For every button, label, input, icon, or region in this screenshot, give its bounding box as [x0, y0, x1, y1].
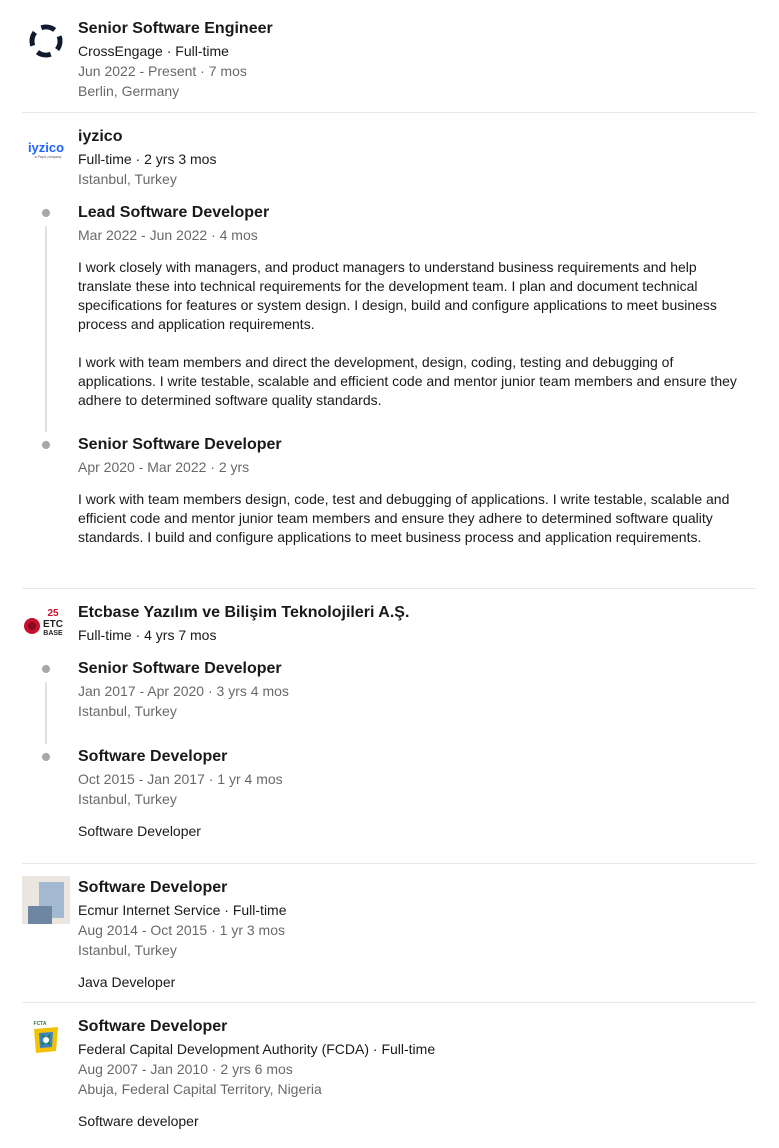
timeline-dot	[42, 441, 50, 449]
location: Istanbul, Turkey	[78, 942, 177, 958]
fcda-logo-icon[interactable]: FCTA	[22, 1015, 70, 1063]
tenure: Full-time · 2 yrs 3 mos	[78, 151, 217, 167]
role-description: Java Developer	[78, 974, 176, 990]
location: Istanbul, Turkey	[78, 791, 177, 807]
role-title[interactable]: Lead Software Developer	[78, 203, 269, 223]
experience-item-crossengage: Senior Software Engineer CrossEngage · F…	[0, 0, 779, 113]
timeline-dot	[42, 665, 50, 673]
role-description: I work with team members design, code, t…	[78, 491, 730, 545]
date-range: Apr 2020 - Mar 2022 · 2 yrs	[78, 459, 250, 475]
date-range: Aug 2014 - Oct 2015 · 1 yr 3 mos	[78, 922, 285, 938]
company-line: CrossEngage · Full-time	[78, 43, 229, 59]
location: Abuja, Federal Capital Territory, Nigeri…	[78, 1081, 322, 1097]
experience-item-fcda: FCTA Software Developer Federal Capital …	[0, 1003, 779, 1148]
role-description: Software developer	[78, 1113, 199, 1129]
etcbase-logo-icon[interactable]: 25 ETC BASE	[22, 601, 70, 649]
company-name[interactable]: iyzico	[78, 127, 122, 147]
job-title[interactable]: Senior Software Engineer	[78, 19, 273, 39]
crossengage-logo-icon[interactable]	[22, 17, 70, 65]
timeline-line	[45, 226, 47, 432]
date-range: Mar 2022 - Jun 2022 · 4 mos	[78, 227, 258, 243]
job-title[interactable]: Software Developer	[78, 1017, 227, 1037]
date-range: Jan 2017 - Apr 2020 · 3 yrs 4 mos	[78, 683, 289, 699]
company-line: Federal Capital Development Authority (F…	[78, 1041, 436, 1057]
role-title[interactable]: Senior Software Developer	[78, 659, 282, 679]
role-title[interactable]: Software Developer	[78, 747, 227, 767]
tenure: Full-time · 4 yrs 7 mos	[78, 627, 217, 643]
location: Istanbul, Turkey	[78, 703, 177, 719]
iyzico-logo-icon[interactable]: iyzico a PayU company	[22, 125, 70, 173]
date-range: Aug 2007 - Jan 2010 · 2 yrs 6 mos	[78, 1061, 293, 1077]
timeline-dot	[42, 209, 50, 217]
role-title[interactable]: Senior Software Developer	[78, 435, 282, 455]
location: Berlin, Germany	[78, 83, 180, 99]
svg-text:ETC: ETC	[43, 619, 63, 630]
svg-text:FCTA: FCTA	[34, 1021, 47, 1027]
role-description: I work closely with managers, and produc…	[78, 259, 717, 332]
timeline-line	[45, 682, 47, 744]
company-line: Ecmur Internet Service · Full-time	[78, 902, 287, 918]
role-description: Software Developer	[78, 823, 201, 839]
svg-text:BASE: BASE	[43, 630, 63, 637]
location: Istanbul, Turkey	[78, 171, 177, 187]
date-range: Oct 2015 - Jan 2017 · 1 yr 4 mos	[78, 771, 283, 787]
svg-text:iyzico: iyzico	[28, 140, 64, 155]
svg-text:a PayU company: a PayU company	[35, 155, 62, 159]
date-range: Jun 2022 - Present · 7 mos	[78, 63, 247, 79]
experience-item-ecmur: Software Developer Ecmur Internet Servic…	[0, 864, 779, 1003]
role-description: I work with team members and direct the …	[78, 354, 737, 408]
company-placeholder-icon[interactable]	[22, 876, 70, 924]
timeline-dot	[42, 753, 50, 761]
svg-text:25: 25	[47, 608, 59, 619]
job-title[interactable]: Software Developer	[78, 878, 227, 898]
company-name[interactable]: Etcbase Yazılım ve Bilişim Teknolojileri…	[78, 603, 409, 623]
